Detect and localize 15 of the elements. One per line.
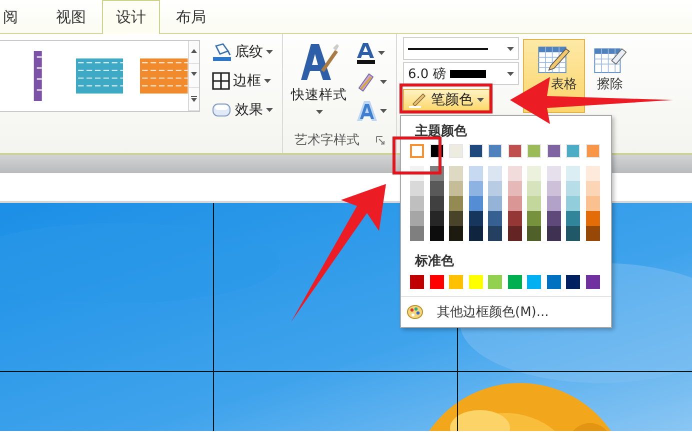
ribbon-tab[interactable]: 设计 xyxy=(102,0,160,34)
quick-styles-button[interactable]: 快速样式 xyxy=(289,40,349,114)
pen-color-button[interactable]: 笔颜色 xyxy=(403,89,490,111)
ribbon-button[interactable]: 底纹 xyxy=(210,40,275,64)
line-weight-dropdown[interactable]: 6.0 磅 xyxy=(403,62,519,85)
ribbon-button[interactable]: 边框 xyxy=(210,69,275,93)
section-header: 主题颜色 xyxy=(414,122,468,141)
section-header: 标准色 xyxy=(414,253,455,271)
line-weight-value: 6.0 磅 xyxy=(408,66,446,82)
group-label: 艺术字样式 xyxy=(294,132,360,149)
ribbon-tab[interactable]: 阅 xyxy=(0,0,40,34)
ribbon-tab[interactable]: 视图 xyxy=(40,0,102,34)
menu-item[interactable]: 其他边框颜色(M)... xyxy=(401,296,611,327)
ribbon-button[interactable]: 效果 xyxy=(210,98,275,122)
ribbon-tab[interactable]: 布局 xyxy=(160,0,222,34)
